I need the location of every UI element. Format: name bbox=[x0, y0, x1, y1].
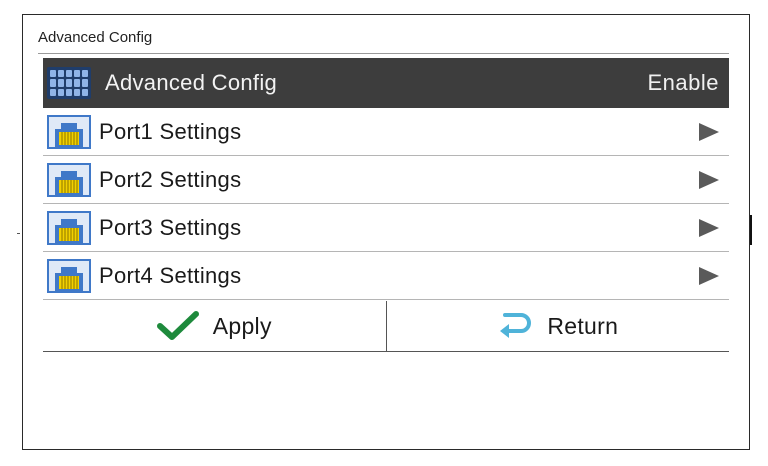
port2-settings-row[interactable]: Port2 Settings bbox=[43, 156, 729, 204]
apply-label: Apply bbox=[212, 312, 272, 339]
advanced-config-row[interactable]: Advanced Config Enable bbox=[43, 58, 729, 108]
settings-list: Advanced Config Enable Port1 Settings Po… bbox=[43, 58, 729, 300]
checkmark-icon bbox=[156, 311, 199, 340]
ethernet-port-icon bbox=[47, 210, 91, 245]
port1-settings-row[interactable]: Port1 Settings bbox=[43, 108, 729, 156]
port-label: Port4 Settings bbox=[99, 262, 242, 288]
page-title: Advanced Config bbox=[38, 29, 153, 46]
action-bar: Apply Return bbox=[43, 301, 729, 352]
return-button[interactable]: Return bbox=[387, 301, 730, 351]
port3-settings-row[interactable]: Port3 Settings bbox=[43, 204, 729, 252]
config-screen: Advanced Config Advanced Config Enable P… bbox=[22, 14, 750, 450]
arrow-right-icon bbox=[699, 266, 719, 285]
arrow-right-icon bbox=[699, 122, 719, 141]
port-label: Port1 Settings bbox=[99, 118, 242, 144]
port4-settings-row[interactable]: Port4 Settings bbox=[43, 252, 729, 300]
apply-button[interactable]: Apply bbox=[43, 301, 387, 351]
ethernet-port-icon bbox=[47, 258, 91, 293]
edge-mark bbox=[17, 233, 20, 234]
divider bbox=[38, 53, 729, 54]
advanced-config-value: Enable bbox=[647, 70, 719, 95]
advanced-config-label: Advanced Config bbox=[105, 70, 278, 95]
return-label: Return bbox=[547, 312, 619, 339]
return-arrow-icon bbox=[500, 313, 532, 338]
port-label: Port3 Settings bbox=[99, 214, 242, 240]
ethernet-port-icon bbox=[47, 114, 91, 149]
arrow-right-icon bbox=[699, 170, 719, 189]
arrow-right-icon bbox=[699, 218, 719, 237]
grid-menu-icon bbox=[47, 67, 91, 99]
ethernet-port-icon bbox=[47, 162, 91, 197]
port-label: Port2 Settings bbox=[99, 166, 242, 192]
